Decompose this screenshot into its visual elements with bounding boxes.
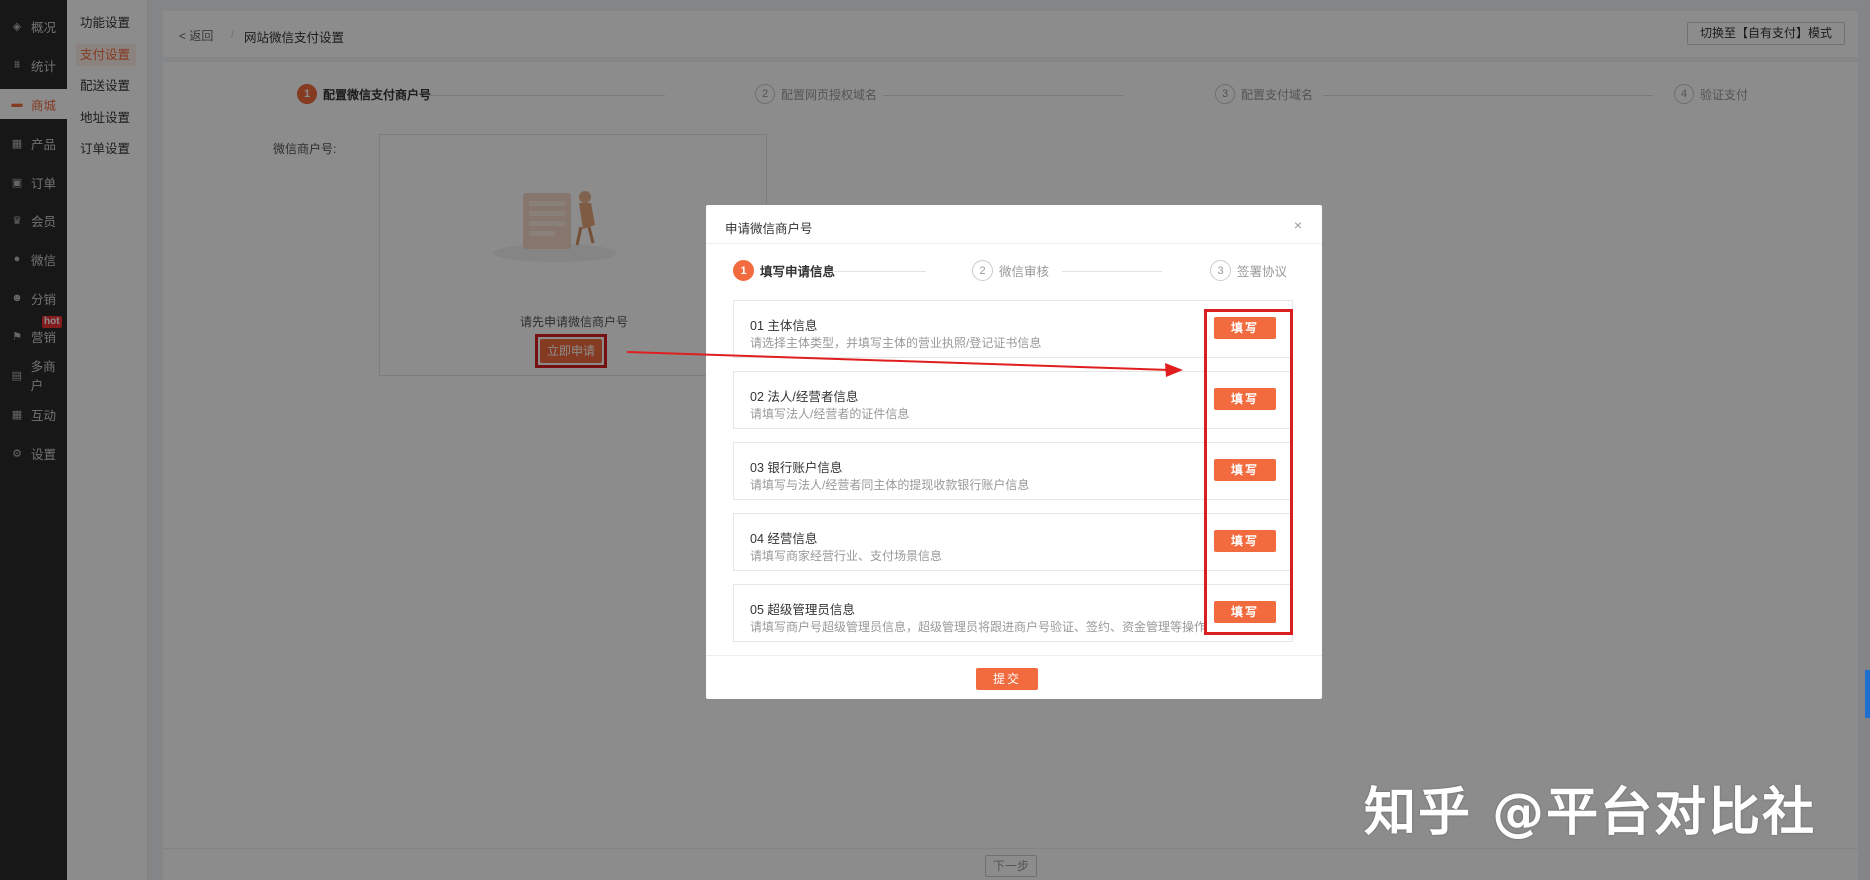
- submit-button[interactable]: 提交: [976, 668, 1038, 690]
- watermark-text: 知乎 @平台对比社: [1364, 783, 1817, 843]
- step-connector: [826, 271, 926, 272]
- card-title: 04 经营信息: [750, 532, 818, 546]
- card-description: 请填写法人/经营者的证件信息: [750, 407, 910, 421]
- card-title: 03 银行账户信息: [750, 461, 843, 475]
- step-number: 2: [972, 260, 993, 281]
- step-number: 1: [733, 260, 754, 281]
- modal-step-3: 3 签署协议: [1210, 260, 1287, 281]
- step-number: 3: [1210, 260, 1231, 281]
- step-label: 填写申请信息: [760, 265, 836, 279]
- close-icon[interactable]: ×: [1294, 217, 1302, 233]
- card-description: 请选择主体类型，并填写主体的营业执照/登记证书信息: [750, 336, 1042, 350]
- step-label: 签署协议: [1237, 265, 1288, 279]
- fill-buttons-highlight: [1204, 309, 1293, 635]
- card-title: 01 主体信息: [750, 319, 818, 333]
- step-connector: [1062, 271, 1162, 272]
- modal-step-2: 2 微信审核: [972, 260, 1049, 281]
- modal-step-1: 1 填写申请信息: [733, 260, 835, 281]
- card-title: 02 法人/经营者信息: [750, 390, 859, 404]
- scroll-edge-marker: [1865, 670, 1870, 718]
- modal-footer: 提交: [706, 655, 1322, 699]
- apply-merchant-modal: 申请微信商户号 × 1 填写申请信息 2 微信审核 3 签署协议 01 主体信息 请选…: [706, 205, 1322, 699]
- card-description: 请填写与法人/经营者同主体的提现收款银行账户信息: [750, 478, 1030, 492]
- modal-header: 申请微信商户号 ×: [706, 205, 1322, 244]
- card-description: 请填写商户号超级管理员信息，超级管理员将跟进商户号验证、签约、资金管理等操作: [750, 620, 1207, 634]
- card-title: 05 超级管理员信息: [750, 603, 855, 617]
- card-description: 请填写商家经营行业、支付场景信息: [750, 549, 943, 563]
- modal-title: 申请微信商户号: [725, 222, 813, 236]
- step-label: 微信审核: [999, 265, 1050, 279]
